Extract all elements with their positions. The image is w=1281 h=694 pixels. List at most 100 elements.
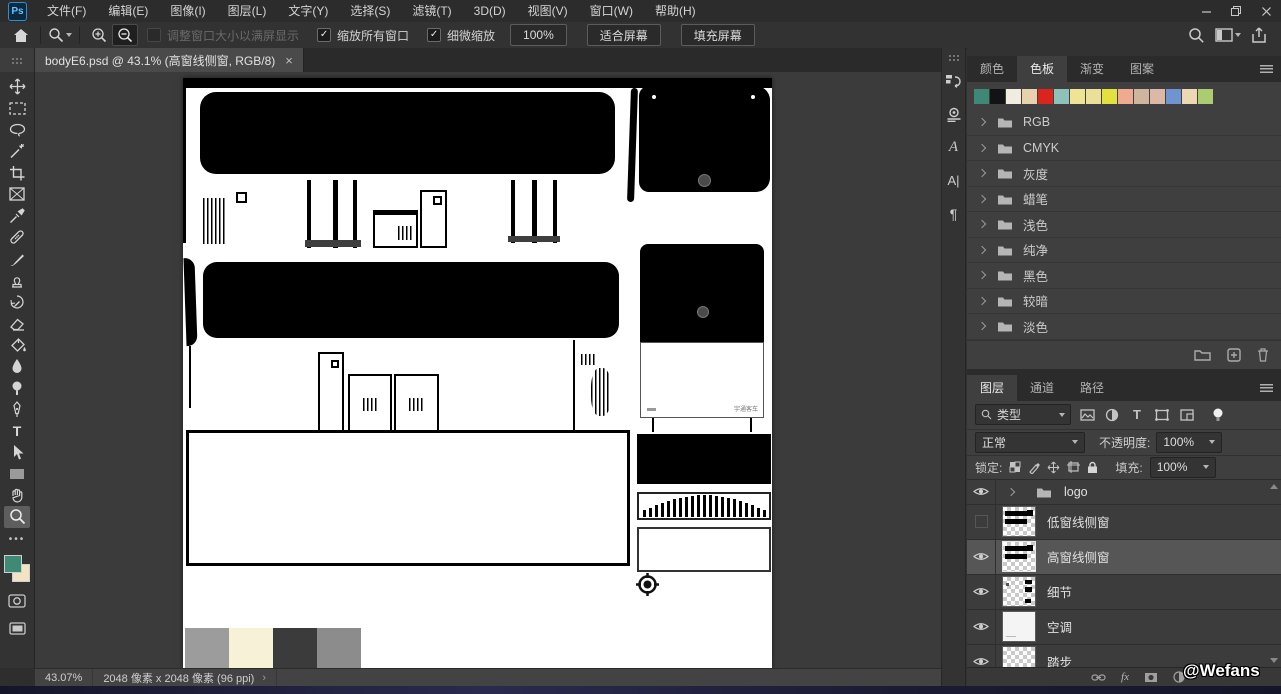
lock-pixels-icon[interactable] [1028,461,1040,474]
workspace-switcher-icon[interactable] [1215,28,1241,42]
frame-tool[interactable] [4,184,30,206]
checkbox-icon[interactable]: ✓ [317,28,331,42]
panel-menu-icon[interactable] [1260,384,1273,392]
scroll-up-icon[interactable] [1270,484,1278,489]
swatch-chip[interactable] [1022,89,1037,104]
layers-tab[interactable]: 通道 [1017,375,1067,401]
paint-bucket-tool[interactable] [4,334,30,356]
swatches-tab[interactable]: 图案 [1117,56,1167,82]
tab-close-icon[interactable]: × [285,54,293,67]
toolbar-collapse-handle[interactable] [0,48,35,72]
swatches-tab[interactable]: 颜色 [967,56,1017,82]
document-canvas[interactable]: 宇通客车 [183,78,772,668]
layer-thumbnail[interactable] [1003,577,1035,606]
swatches-tab[interactable]: 渐变 [1067,56,1117,82]
pen-tool[interactable] [4,399,30,421]
menu-item[interactable]: 帮助(H) [644,1,707,22]
link-layers-icon[interactable] [1091,673,1106,682]
swatch-chip[interactable] [1038,89,1053,104]
swatch-group-row[interactable]: 黑色 [967,263,1281,289]
delete-trash-icon[interactable] [1257,348,1269,362]
option-checkbox[interactable]: ✓ 细微缩放 [427,27,495,44]
zoom-in-icon[interactable] [86,24,112,46]
foreground-color-chip[interactable] [4,555,22,573]
layer-row[interactable]: 低窗线侧窗 [967,505,1281,540]
zoom-tool[interactable] [4,506,30,528]
layer-row[interactable]: 细节 [967,575,1281,610]
chevron-right-icon[interactable] [978,220,986,228]
swatch-group-row[interactable]: 淡色 [967,314,1281,340]
menu-item[interactable]: 图层(L) [217,1,278,22]
layer-row-group[interactable]: logo [967,480,1281,505]
swatch-chip[interactable] [1166,89,1181,104]
paragraph-panel-icon[interactable]: ¶ [941,197,966,230]
history-brush-tool[interactable] [4,291,30,313]
quick-mask-icon[interactable] [4,591,30,613]
menu-item[interactable]: 滤镜(T) [401,1,462,22]
zoom-level-button[interactable]: 100% [510,24,567,46]
close-button[interactable] [1251,1,1281,22]
hand-tool[interactable] [4,485,30,507]
visibility-eye-icon[interactable] [967,645,996,668]
swatches-tab[interactable]: 色板 [1017,56,1067,82]
layer-thumbnail[interactable] [1003,542,1035,571]
filter-shape-layers-icon[interactable] [1153,406,1171,424]
layer-thumbnail[interactable] [1003,647,1035,667]
fill-screen-button[interactable]: 填充屏幕 [681,24,755,46]
visibility-eye-icon[interactable] [967,540,996,574]
swatch-chip[interactable] [990,89,1005,104]
blend-mode-dropdown[interactable]: 正常 [975,432,1085,453]
dodge-tool[interactable] [4,377,30,399]
layers-tab[interactable]: 路径 [1067,375,1117,401]
swatch-chip[interactable] [1006,89,1021,104]
swatch-chip[interactable] [1198,89,1213,104]
visibility-eye-icon[interactable] [967,505,996,539]
swatch-chip[interactable] [1102,89,1117,104]
checkbox-icon[interactable] [147,28,161,42]
zoom-percentage[interactable]: 43.07% [35,669,93,687]
visibility-eye-icon[interactable] [967,480,996,504]
layer-mask-icon[interactable] [1144,672,1158,683]
eraser-tool[interactable] [4,313,30,335]
swatch-group-row[interactable]: 纯净 [967,238,1281,264]
layer-thumbnail[interactable] [1003,507,1035,536]
visibility-eye-icon[interactable] [967,575,996,609]
layer-style-fx-icon[interactable]: fx [1121,671,1129,683]
menu-item[interactable]: 图像(I) [159,1,216,22]
new-swatch-icon[interactable] [1227,348,1241,362]
filter-adjustment-layers-icon[interactable] [1103,406,1121,424]
properties-panel-icon[interactable] [941,98,966,131]
search-icon[interactable] [1188,27,1205,44]
layer-row[interactable]: 高窗线侧窗 [967,540,1281,575]
swatch-group-row[interactable]: 浅色 [967,212,1281,238]
lock-transparency-icon[interactable] [1009,461,1021,473]
color-chips[interactable] [4,555,30,583]
panel-menu-icon[interactable] [1260,65,1273,73]
lock-all-icon[interactable] [1087,461,1098,474]
crop-tool[interactable] [4,162,30,184]
chevron-right-icon[interactable] [978,271,986,279]
lock-artboard-icon[interactable] [1067,461,1080,473]
home-icon[interactable] [8,24,34,46]
chevron-right-icon[interactable] [978,297,986,305]
layer-thumbnail[interactable] [1003,612,1035,641]
magic-wand-tool[interactable] [4,141,30,163]
chevron-right-icon[interactable] [978,169,986,177]
chevron-right-icon[interactable] [1007,487,1015,495]
option-checkbox[interactable]: 调整窗口大小以满屏显示 [147,27,299,44]
brush-tool[interactable] [4,248,30,270]
menu-item[interactable]: 视图(V) [517,1,579,22]
menu-item[interactable]: 3D(D) [463,1,517,22]
zoom-tool-icon[interactable] [47,24,73,46]
status-expand-icon[interactable]: › [262,672,266,684]
layer-row[interactable]: 空调 [967,610,1281,645]
character-panel-icon[interactable]: A| [941,164,966,197]
visibility-eye-icon[interactable] [967,610,996,644]
swatch-chip[interactable] [1150,89,1165,104]
chevron-right-icon[interactable] [978,144,986,152]
edit-toolbar-icon[interactable]: ••• [9,534,26,545]
swatch-group-row[interactable]: 较暗 [967,289,1281,315]
chevron-right-icon[interactable] [978,195,986,203]
document-tab[interactable]: bodyE6.psd @ 43.1% (高窗线侧窗, RGB/8) × [35,48,304,72]
filter-type-dropdown[interactable]: 类型 [975,404,1071,425]
